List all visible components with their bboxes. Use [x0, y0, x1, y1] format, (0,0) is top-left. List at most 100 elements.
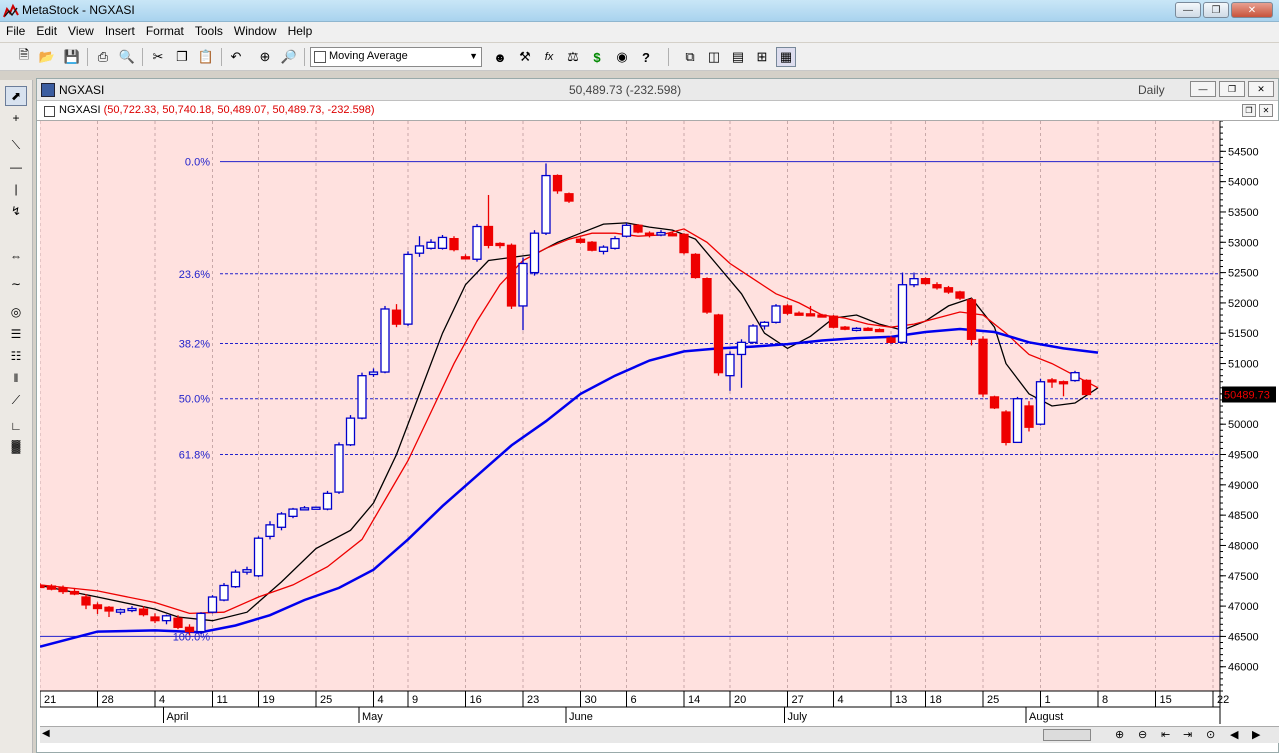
chart-scrollbar[interactable]: ◀ ⊕ ⊖ ⇤ ⇥ ⊙ ◀ ▶	[40, 726, 1279, 743]
speed-lines-tool-icon[interactable]: ∟	[5, 416, 27, 436]
candle	[713, 313, 724, 376]
copy-icon[interactable]: ❐	[172, 47, 192, 67]
menu-help[interactable]: Help	[282, 22, 318, 38]
candle-body	[897, 284, 908, 343]
save-icon[interactable]: 💾	[62, 47, 82, 67]
indicator-select[interactable]: Moving Average ▼	[310, 47, 482, 67]
scroll-start-icon[interactable]: ⇤	[1161, 728, 1170, 741]
candle-body	[104, 606, 114, 612]
candle-body	[472, 225, 482, 260]
close-button[interactable]: ✕	[1231, 2, 1273, 18]
candle-body	[1024, 405, 1034, 428]
undo-icon[interactable]: ↶	[226, 47, 246, 67]
ellipse-tool-icon[interactable]: ∼	[5, 274, 27, 294]
print-preview-icon[interactable]: 🔍	[117, 47, 137, 67]
x-tick-label: 13	[895, 694, 907, 706]
candle-body	[932, 284, 942, 289]
candle-body	[610, 237, 620, 249]
chart-restore-button[interactable]: ❐	[1219, 81, 1245, 97]
chart-minimize-button[interactable]: —	[1190, 81, 1216, 97]
layout-icon[interactable]: ▦	[776, 47, 796, 67]
zoom-fit-icon[interactable]: ⊙	[1206, 728, 1215, 741]
binoculars-icon[interactable]: ◉	[612, 47, 632, 67]
y-tick-label: 49000	[1228, 480, 1259, 492]
y-tick-label: 48500	[1228, 510, 1259, 522]
candle-body	[92, 604, 103, 610]
arc-tool-icon[interactable]: ◎	[5, 302, 27, 322]
price-chart[interactable]: 0.0% 23.6% 38.2% 50.0% 61.8% 100.0% 21 28 4 11 19…	[35, 120, 1279, 726]
text-tool-icon[interactable]: ↯	[5, 201, 27, 221]
menu-insert[interactable]: Insert	[99, 22, 140, 38]
candle-body	[748, 325, 758, 343]
candle-body	[299, 507, 310, 511]
explorer-icon[interactable]: ☻	[490, 47, 510, 67]
menu-format[interactable]: Format	[140, 22, 189, 38]
dollar-icon[interactable]: $	[587, 47, 607, 67]
menu-tools[interactable]: Tools	[189, 22, 228, 38]
zoom-out-icon[interactable]: ⊖	[1138, 728, 1147, 741]
menu-edit[interactable]: Edit	[30, 22, 62, 38]
x-tick-label: 23	[527, 694, 539, 706]
trendline-tool-icon[interactable]: ⟍	[5, 135, 27, 155]
candle	[322, 490, 333, 511]
formula-icon[interactable]: fx	[539, 47, 559, 67]
gann-grid-tool-icon[interactable]: ▓	[5, 436, 27, 456]
scroll-left-icon[interactable]: ◀	[42, 728, 50, 739]
minimize-button[interactable]: —	[1175, 2, 1201, 18]
candle-body	[851, 327, 862, 332]
fib-fan-tool-icon[interactable]: ☷	[5, 346, 27, 366]
menu-window[interactable]: Window	[228, 22, 282, 38]
vertical-line-tool-icon[interactable]: |	[5, 179, 27, 199]
price-chart-svg[interactable]: 0.0%23.6%38.2%50.0%61.8%100.0% 21 28 4 11 19…	[35, 120, 1279, 726]
candle-body	[759, 321, 770, 327]
candle-body	[46, 585, 57, 590]
candle	[840, 325, 850, 331]
last-price: 50,489.73 (-232.598)	[569, 83, 682, 97]
expert-icon[interactable]: ⚒	[515, 47, 535, 67]
cascade-windows-icon[interactable]: ⧉	[680, 47, 700, 67]
candle-body	[656, 231, 666, 236]
chart-close-button[interactable]: ✕	[1248, 81, 1274, 97]
tile-grid-icon[interactable]: ⊞	[752, 47, 772, 67]
open-folder-icon[interactable]: 📂	[37, 47, 57, 67]
x-tick-label: 8	[1102, 694, 1108, 706]
scroll-back-icon[interactable]: ◀	[1230, 728, 1238, 741]
cut-icon[interactable]: ✂	[148, 47, 168, 67]
y-tick-label: 49500	[1228, 450, 1259, 462]
pointer-tool-icon[interactable]: ⬈	[5, 86, 27, 106]
help-pointer-icon[interactable]: ?	[636, 47, 656, 67]
x-tick-label: 20	[734, 694, 746, 706]
scroll-forward-icon[interactable]: ▶	[1252, 728, 1260, 741]
crosshair-icon[interactable]: ⊕	[255, 47, 275, 67]
zoom-icon[interactable]: 🔎	[279, 47, 299, 67]
channel-tool-icon[interactable]: ⇔	[5, 246, 27, 266]
print-icon[interactable]: ⎙	[93, 47, 113, 67]
crosshair-tool-icon[interactable]: +	[5, 108, 27, 128]
new-file-icon[interactable]: 🗎	[14, 47, 34, 67]
scroll-end-icon[interactable]: ⇥	[1183, 728, 1192, 741]
tile-vertical-icon[interactable]: ◫	[704, 47, 724, 67]
y-tick-label: 51500	[1228, 328, 1259, 340]
candle-body	[69, 590, 80, 595]
horizontal-line-tool-icon[interactable]: —	[5, 157, 27, 177]
menu-view[interactable]: View	[62, 22, 99, 38]
zoom-in-icon[interactable]: ⊕	[1115, 728, 1124, 741]
regression-tool-icon[interactable]: ⟋	[5, 390, 27, 410]
pane-restore-button[interactable]: ❐	[1242, 104, 1256, 117]
candle-body	[552, 174, 563, 192]
scrollbar-thumb[interactable]	[1043, 729, 1091, 741]
candle-body	[518, 262, 528, 307]
restore-button[interactable]: ❐	[1203, 2, 1229, 18]
tile-horizontal-icon[interactable]: ▤	[728, 47, 748, 67]
candle-body	[943, 287, 954, 293]
paste-icon[interactable]: 📋	[196, 47, 216, 67]
pane-close-button[interactable]: ✕	[1259, 104, 1273, 117]
x-tick-label: 16	[470, 694, 482, 706]
pane-select-box[interactable]	[44, 106, 55, 117]
candle	[771, 304, 781, 324]
candle	[529, 230, 540, 276]
cycle-lines-tool-icon[interactable]: ‖	[5, 368, 27, 388]
fib-retracement-tool-icon[interactable]: ☰	[5, 324, 27, 344]
system-tester-icon[interactable]: ⚖	[563, 47, 583, 67]
menu-file[interactable]: File	[0, 22, 30, 38]
